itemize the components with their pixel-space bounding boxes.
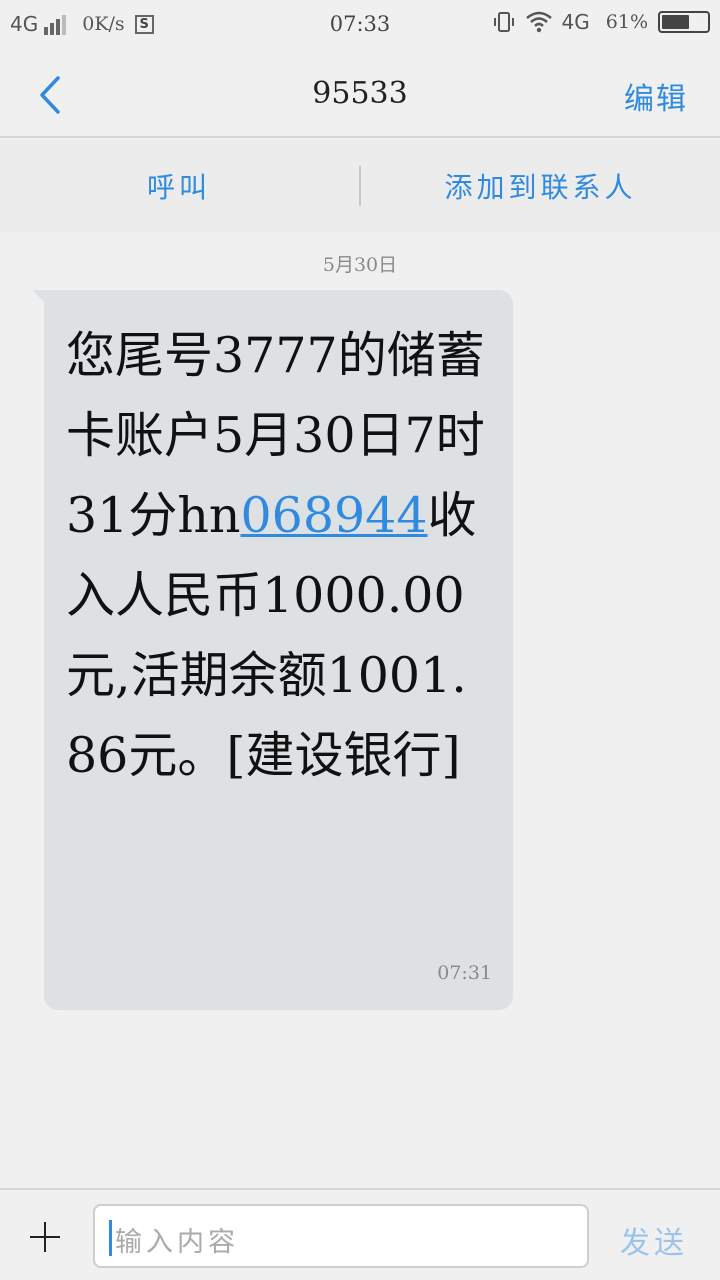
send-button[interactable]: 发送	[620, 1218, 688, 1262]
battery-percent: 61%	[605, 11, 648, 33]
message-input[interactable]: 输入内容	[93, 1204, 589, 1268]
contact-actions: 呼叫 添加到联系人	[0, 140, 720, 232]
call-button[interactable]: 呼叫	[0, 166, 358, 206]
vibrate-icon	[493, 12, 514, 32]
date-separator: 5月30日	[322, 254, 398, 276]
page-title: 95533	[312, 76, 408, 111]
text-caret	[109, 1220, 112, 1256]
composer-bar: 输入内容 发送	[0, 1188, 720, 1280]
status-right: 4G 61%	[482, 10, 710, 34]
add-contact-button[interactable]: 添加到联系人	[361, 166, 720, 206]
wifi-icon	[525, 11, 552, 33]
status-bar: 4G 0K/s S 07:33 4G 61%	[0, 0, 720, 52]
network-type-right: 4G	[561, 10, 590, 34]
message-text: 您尾号3777的储蓄卡账户5月30日7时31分hn068944收入人民币1000…	[66, 316, 496, 796]
battery-icon	[658, 11, 710, 33]
plus-icon[interactable]	[28, 1220, 62, 1254]
input-placeholder: 输入内容	[115, 1227, 239, 1258]
message-number-link[interactable]: 068944	[240, 487, 427, 544]
edit-button[interactable]: 编辑	[624, 74, 688, 118]
message-timestamp: 07:31	[437, 962, 492, 984]
conversation-header: 95533 编辑	[0, 52, 720, 138]
